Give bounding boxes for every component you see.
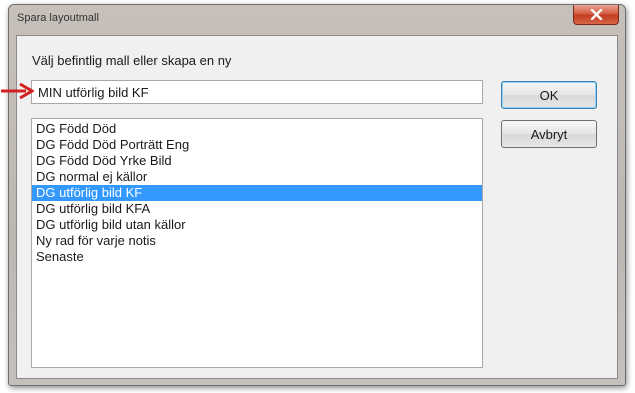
list-item[interactable]: DG Född Död Porträtt Eng (32, 137, 482, 153)
list-item[interactable]: Ny rad för varje notis (32, 233, 482, 249)
list-item[interactable]: DG Född Död (32, 121, 482, 137)
template-name-input[interactable] (31, 80, 483, 104)
red-arrow-icon (1, 82, 34, 100)
window-title: Spara layoutmall (17, 12, 99, 24)
list-item[interactable]: Senaste (32, 249, 482, 265)
dialog-body: Välj befintlig mall eller skapa en ny DG… (16, 35, 618, 379)
ok-button[interactable]: OK (501, 81, 597, 109)
close-icon (590, 9, 603, 20)
prompt-label: Välj befintlig mall eller skapa en ny (32, 53, 232, 68)
list-item[interactable]: DG utförlig bild utan källor (32, 217, 482, 233)
list-item[interactable]: DG utförlig bild KFA (32, 201, 482, 217)
list-item[interactable]: DG Född Död Yrke Bild (32, 153, 482, 169)
dialog-window: Spara layoutmall Välj befintlig mall ell… (8, 4, 626, 386)
cancel-button[interactable]: Avbryt (501, 120, 597, 148)
list-item[interactable]: DG utförlig bild KF (32, 185, 482, 201)
close-button[interactable] (573, 5, 619, 25)
list-item[interactable]: DG normal ej källor (32, 169, 482, 185)
template-list[interactable]: DG Född Död DG Född Död Porträtt Eng DG Fö… (31, 118, 483, 368)
title-bar[interactable]: Spara layoutmall (9, 5, 625, 35)
